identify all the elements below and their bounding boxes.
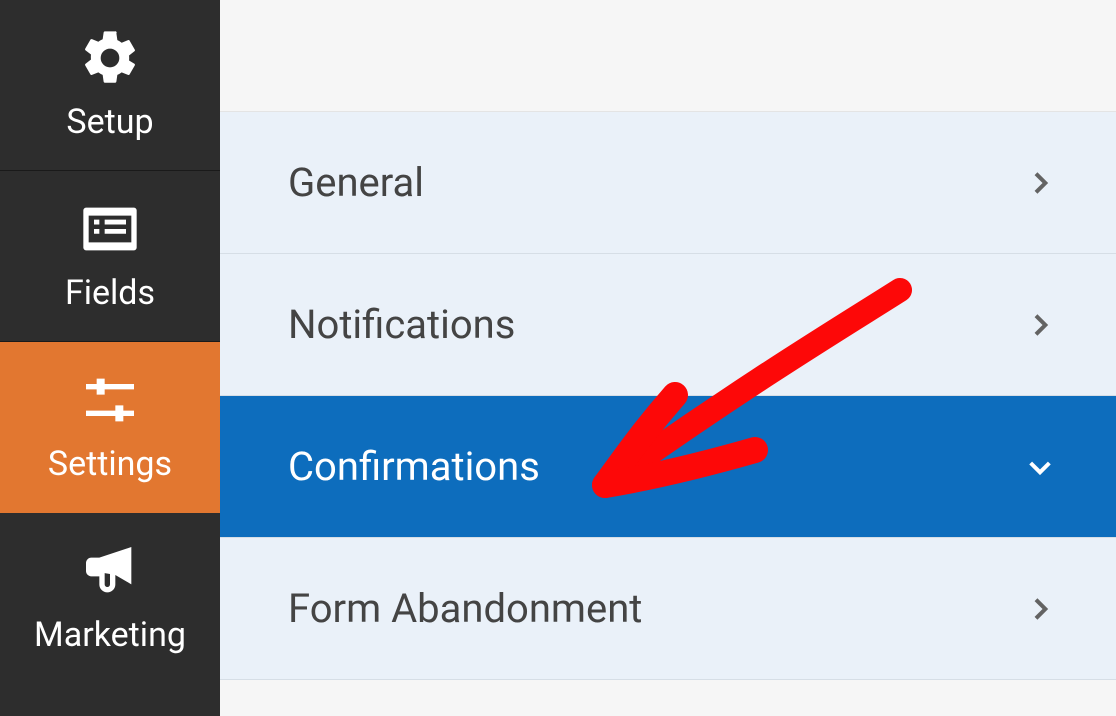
app-layout: Setup Fields Settings Marketing Gene bbox=[0, 0, 1116, 716]
settings-row-label: Form Abandonment bbox=[288, 585, 642, 632]
settings-row-notifications[interactable]: Notifications bbox=[220, 254, 1116, 396]
topbar bbox=[220, 0, 1116, 112]
sidebar: Setup Fields Settings Marketing bbox=[0, 0, 220, 716]
settings-row-general[interactable]: General bbox=[220, 112, 1116, 254]
settings-list: General Notifications Confirmations Form… bbox=[220, 112, 1116, 716]
settings-row-confirmations[interactable]: Confirmations bbox=[220, 396, 1116, 538]
sidebar-item-setup[interactable]: Setup bbox=[0, 0, 220, 171]
sidebar-item-label: Fields bbox=[65, 273, 155, 313]
settings-row-label: Confirmations bbox=[288, 443, 540, 490]
chevron-right-icon bbox=[1024, 167, 1056, 199]
sidebar-item-marketing[interactable]: Marketing bbox=[0, 513, 220, 683]
sidebar-item-label: Setup bbox=[66, 102, 153, 142]
settings-row-form-abandonment[interactable]: Form Abandonment bbox=[220, 538, 1116, 680]
sidebar-item-label: Settings bbox=[48, 444, 172, 484]
sliders-icon bbox=[78, 370, 142, 430]
sidebar-item-settings[interactable]: Settings bbox=[0, 342, 220, 513]
sidebar-item-fields[interactable]: Fields bbox=[0, 171, 220, 342]
sidebar-item-label: Marketing bbox=[34, 615, 186, 655]
list-icon bbox=[78, 199, 142, 259]
settings-row-label: General bbox=[288, 159, 424, 206]
gear-icon bbox=[78, 28, 142, 88]
bullhorn-icon bbox=[78, 541, 142, 601]
chevron-right-icon bbox=[1024, 309, 1056, 341]
chevron-right-icon bbox=[1024, 593, 1056, 625]
chevron-down-icon bbox=[1024, 451, 1056, 483]
settings-row-label: Notifications bbox=[288, 301, 515, 348]
main-panel: General Notifications Confirmations Form… bbox=[220, 0, 1116, 716]
